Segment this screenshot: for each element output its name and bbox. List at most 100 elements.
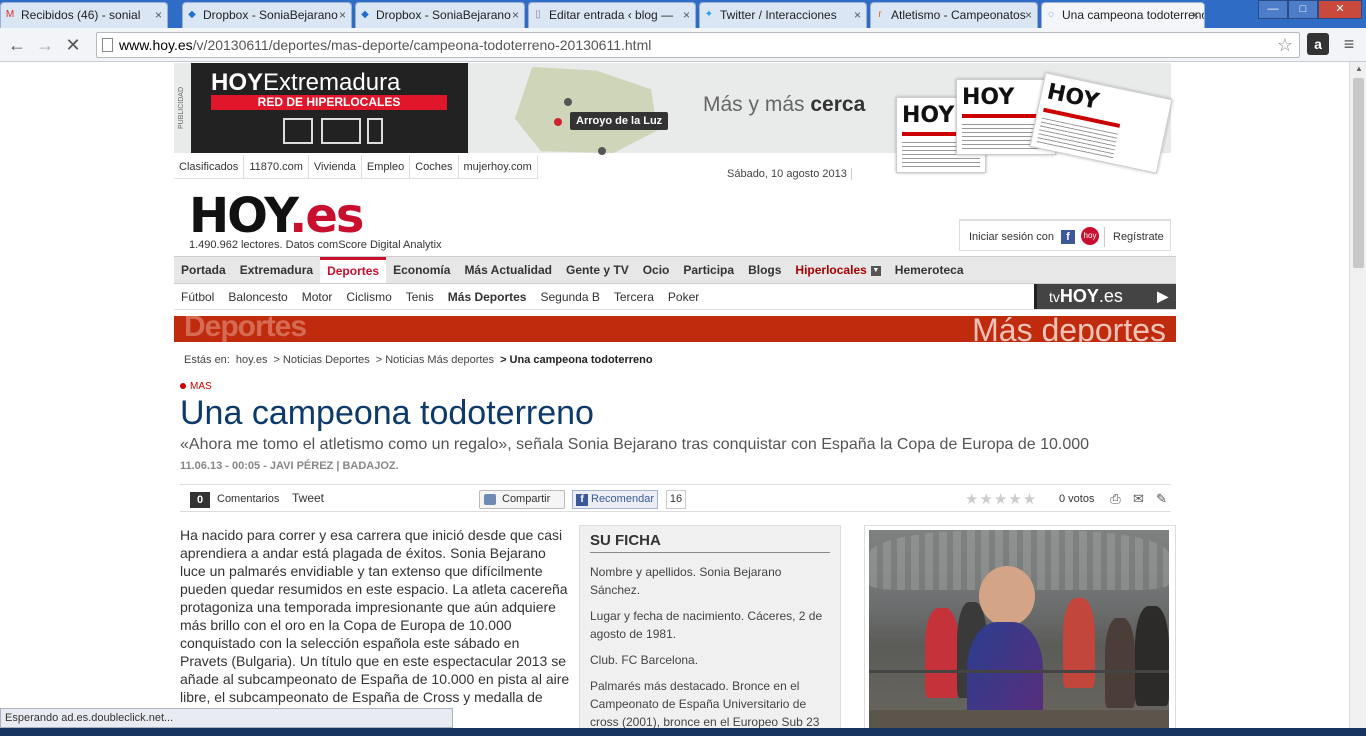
nav-item[interactable]: Más Actualidad xyxy=(457,257,559,283)
fact-box: SU FICHA Nombre y apellidos. Sonia Bejar… xyxy=(579,525,841,736)
comment-count-badge[interactable]: 0 xyxy=(190,492,210,508)
fact-item: Club. FC Barcelona. xyxy=(590,653,699,667)
nav-item[interactable]: Deportes xyxy=(320,257,387,283)
browser-menu-icon[interactable]: ≡ xyxy=(1338,33,1360,55)
sub-nav: Fútbol Baloncesto Motor Ciclismo Tenis Más De… xyxy=(174,284,1176,310)
minimize-button[interactable]: — xyxy=(1258,0,1288,19)
page-icon xyxy=(102,38,113,52)
subnav-item[interactable]: Tenis xyxy=(399,284,441,309)
subnav-item[interactable]: Tercera xyxy=(607,284,661,309)
nav-item[interactable]: Blogs xyxy=(741,257,788,283)
subnav-item[interactable]: Poker xyxy=(661,284,706,309)
top-link[interactable]: mujerhoy.com xyxy=(459,155,537,178)
email-icon[interactable]: ✉ xyxy=(1131,491,1146,506)
register-link[interactable]: Regístrate xyxy=(1104,227,1164,247)
newspaper-icon xyxy=(321,118,361,144)
breadcrumb: Estás en: hoy.es > Noticias Deportes > Not… xyxy=(184,354,653,366)
comments-link[interactable]: Comentarios xyxy=(217,493,279,505)
nav-item[interactable]: Extremadura xyxy=(233,257,320,283)
runner-photo xyxy=(869,530,1169,736)
facebook-icon[interactable]: f xyxy=(1061,230,1075,244)
browser-tab[interactable]: ◆ Dropbox - SoniaBejarano × xyxy=(182,2,352,28)
print-icon[interactable]: ⎙ xyxy=(1108,491,1123,506)
close-tab-icon[interactable]: × xyxy=(854,3,861,27)
browser-tab[interactable]: r Atletismo - Campeonatos × xyxy=(870,2,1038,28)
close-tab-icon[interactable]: × xyxy=(1025,3,1032,27)
close-tab-icon[interactable]: × xyxy=(683,3,690,27)
nav-item-label: Participa xyxy=(683,263,735,277)
nav-item[interactable]: Gente y TV xyxy=(559,257,636,283)
nav-item[interactable]: Participa xyxy=(676,257,741,283)
subnav-item[interactable]: Segunda B xyxy=(533,284,606,309)
close-window-button[interactable]: ✕ xyxy=(1318,0,1362,19)
stop-button[interactable]: ✕ xyxy=(62,34,84,56)
back-button[interactable]: ← xyxy=(6,34,28,56)
close-tab-icon[interactable]: × xyxy=(155,3,162,27)
hoy-login-icon[interactable]: hoy xyxy=(1081,227,1099,245)
bookmark-star-icon[interactable]: ☆ xyxy=(1277,33,1293,57)
edit-icon[interactable]: ✎ xyxy=(1154,491,1169,506)
nav-item[interactable]: Economía xyxy=(386,257,457,283)
article-photo[interactable] xyxy=(864,525,1176,736)
nav-item[interactable]: Portada xyxy=(174,257,233,283)
amazon-extension-icon[interactable]: a xyxy=(1307,33,1329,55)
tv-hoy-button[interactable]: tvHOY.es ▶ xyxy=(1034,284,1176,309)
tab-title: Dropbox - SoniaBejarano xyxy=(376,8,511,22)
dropdown-arrow-icon[interactable]: ▼ xyxy=(870,265,881,276)
browser-tab-strip: M Recibidos (46) - sonial × ◆ Dropbox - Soni… xyxy=(0,0,1366,28)
subnav-item[interactable]: Fútbol xyxy=(174,284,221,309)
map-pin-icon xyxy=(598,147,606,155)
browser-toolbar: ← → ✕ www.hoy.es/v/20130611/deportes/mas… xyxy=(0,28,1366,62)
facebook-recommend-button[interactable]: f Recomendar xyxy=(572,490,658,509)
tab-title: Recibidos (46) - sonial xyxy=(21,8,141,22)
dropbox-icon: ◆ xyxy=(361,9,369,20)
browser-tab[interactable]: ▯ Editar entrada ‹ blog — × xyxy=(528,2,696,28)
nav-item[interactable]: Ocio xyxy=(636,257,677,283)
share-button[interactable]: Compartir xyxy=(479,490,565,509)
nav-item[interactable]: Hemeroteca xyxy=(888,257,971,283)
ad-brand: HOYExtremadura xyxy=(211,69,401,96)
top-link[interactable]: 11870.com xyxy=(244,155,309,178)
browser-tab[interactable]: ◌ Una campeona todoterreno × xyxy=(1041,2,1205,28)
os-taskbar xyxy=(0,728,1366,736)
status-bar: Esperando ad.es.doubleclick.net... xyxy=(0,708,453,728)
nav-item-label: Gente y TV xyxy=(566,263,629,277)
window-controls: — □ ✕ xyxy=(1258,0,1362,20)
nav-item[interactable]: Hiperlocales ▼ xyxy=(788,257,887,283)
browser-tab[interactable]: ◆ Dropbox - SoniaBejarano × xyxy=(355,2,525,28)
address-bar[interactable]: www.hoy.es/v/20130611/deportes/mas-depor… xyxy=(96,32,1300,58)
rating-stars[interactable]: ★★★★★ xyxy=(965,490,1037,508)
browser-tab[interactable]: M Recibidos (46) - sonial × xyxy=(0,2,168,28)
scroll-up-icon[interactable]: ▲ xyxy=(1355,64,1363,73)
breadcrumb-item[interactable]: hoy.es xyxy=(236,354,268,366)
top-link[interactable]: Clasificados xyxy=(174,155,245,178)
hoy-page: PUBLICIDAD HOYExtremadura RED DE HIPERLO… xyxy=(174,62,1176,736)
main-nav: Portada Extremadura Deportes Economía Más Ac… xyxy=(174,256,1176,284)
phone-icon xyxy=(367,118,383,144)
ad-banner[interactable]: PUBLICIDAD HOYExtremadura RED DE HIPERLO… xyxy=(174,63,1173,174)
maximize-button[interactable]: □ xyxy=(1288,0,1318,19)
tweet-button[interactable]: Tweet xyxy=(292,491,324,505)
top-link[interactable]: Vivienda xyxy=(309,155,362,178)
recommend-count: 16 xyxy=(666,490,686,509)
newspaper-thumb: HOY xyxy=(1029,72,1173,174)
top-link[interactable]: Empleo xyxy=(362,155,411,178)
breadcrumb-item[interactable]: > Noticias Deportes xyxy=(273,354,369,366)
close-tab-icon[interactable]: × xyxy=(339,3,346,27)
site-logo[interactable]: HOY.es xyxy=(189,190,364,242)
subnav-item[interactable]: Motor xyxy=(295,284,340,309)
article-kicker[interactable]: MAS xyxy=(180,381,212,392)
breadcrumb-item[interactable]: > Noticias Más deportes xyxy=(376,354,494,366)
scrollbar-thumb[interactable] xyxy=(1353,78,1364,268)
readers-count: 1.490.962 lectores. Datos comScore Digit… xyxy=(189,239,442,251)
close-tab-icon[interactable]: × xyxy=(512,3,519,27)
browser-tab[interactable]: ✦ Twitter / Interacciones × xyxy=(699,2,867,28)
forward-button[interactable]: → xyxy=(34,34,56,56)
top-link[interactable]: Coches xyxy=(410,155,459,178)
vertical-scrollbar[interactable]: ▲ xyxy=(1349,62,1366,736)
gmail-icon: M xyxy=(5,9,15,20)
subnav-item[interactable]: Ciclismo xyxy=(339,284,398,309)
close-tab-icon[interactable]: × xyxy=(1192,3,1199,27)
subnav-item[interactable]: Baloncesto xyxy=(221,284,294,309)
subnav-item[interactable]: Más Deportes xyxy=(441,284,534,309)
